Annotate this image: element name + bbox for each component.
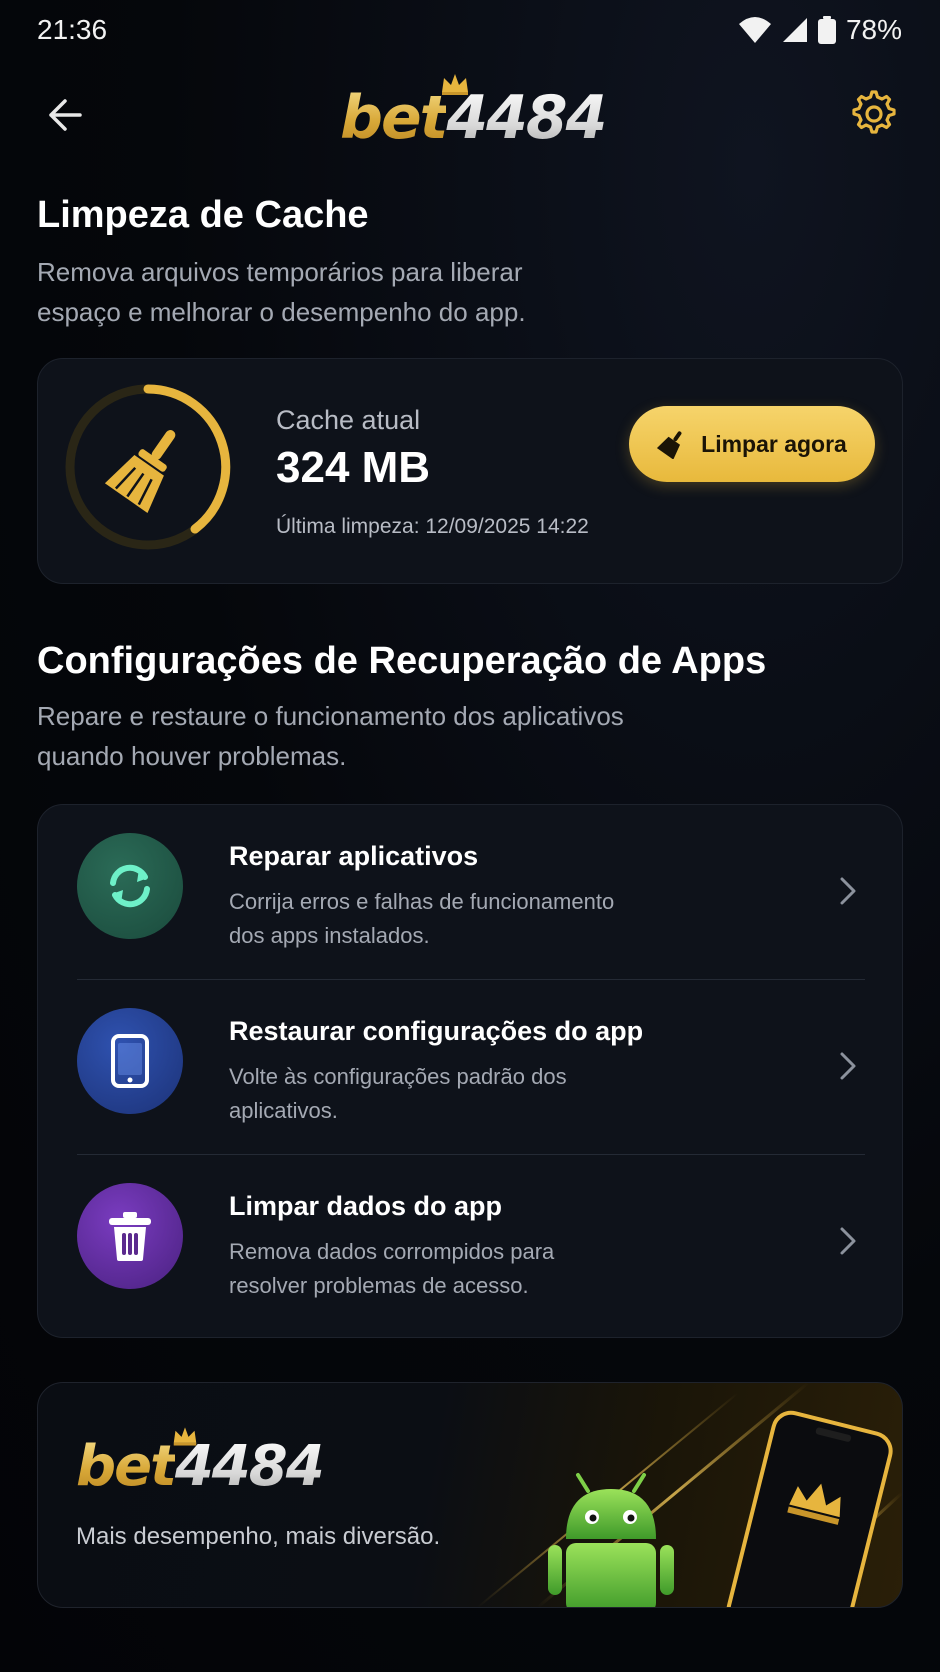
- recovery-description-line-2: quando houver problemas.: [37, 741, 347, 771]
- last-clean-timestamp: Última limpeza: 12/09/2025 14:22: [276, 515, 589, 538]
- app-bar: bet4484: [0, 62, 940, 162]
- clear-data-icon-circle: [77, 1183, 183, 1289]
- clear-app-data-title: Limpar dados do app: [229, 1191, 503, 1221]
- recovery-section-title: Configurações de Recuperação de Apps: [37, 640, 767, 682]
- broom-icon: [104, 430, 176, 514]
- cache-progress-ring: [65, 384, 231, 550]
- clear-app-data-item[interactable]: Limpar dados do app Remova dados corromp…: [38, 1155, 902, 1329]
- recovery-options-card: Reparar aplicativos Corrija erros e falh…: [37, 804, 903, 1338]
- repair-icon-circle: [77, 833, 183, 939]
- restore-icon-circle: [77, 1008, 183, 1114]
- battery-icon: [817, 16, 836, 44]
- status-bar: 21:36 78%: [0, 0, 940, 62]
- phone-icon: [111, 1034, 149, 1088]
- gear-icon: [852, 90, 896, 134]
- chevron-right-icon: [840, 1052, 856, 1080]
- promo-tagline: Mais desempenho, mais diversão.: [76, 1523, 441, 1550]
- repair-apps-description: Corrija erros e falhas de funcionamento …: [229, 885, 669, 953]
- cache-section-description: Remova arquivos temporários para liberar…: [37, 252, 737, 332]
- promo-illustration: [478, 1383, 902, 1607]
- android-mascot-illustration: [548, 1473, 674, 1607]
- chevron-right-icon: [840, 1227, 856, 1255]
- cache-label: Cache atual: [276, 405, 421, 435]
- promo-logo-number-text: 4484: [174, 1434, 325, 1499]
- promo-logo-bet-text: bet: [76, 1434, 177, 1499]
- back-button[interactable]: [40, 90, 90, 140]
- restore-settings-description: Volte às configurações padrão dos aplica…: [229, 1060, 669, 1128]
- status-icons: 78%: [738, 14, 902, 46]
- clear-desc-line-1: Remova dados corrompidos para: [229, 1239, 555, 1264]
- recovery-section-description: Repare e restaure o funcionamento dos ap…: [37, 696, 737, 776]
- clean-now-label: Limpar agora: [701, 430, 847, 457]
- wifi-icon: [738, 17, 771, 43]
- restore-settings-item[interactable]: Restaurar configurações do app Volte às …: [38, 980, 902, 1154]
- restore-desc-line-2: aplicativos.: [229, 1098, 338, 1123]
- arrow-left-icon: [49, 99, 82, 131]
- status-time: 21:36: [37, 14, 108, 45]
- signal-icon: [782, 18, 807, 42]
- logo-number-text: 4484: [446, 83, 607, 153]
- repair-desc-line-2: dos apps instalados.: [229, 923, 430, 948]
- restore-settings-title: Restaurar configurações do app: [229, 1016, 644, 1046]
- promo-logo: bet4484: [76, 1427, 336, 1501]
- cache-card: Cache atual 324 MB Última limpeza: 12/09…: [37, 358, 903, 584]
- repair-desc-line-1: Corrija erros e falhas de funcionamento: [229, 889, 615, 914]
- cache-size-value: 324 MB: [276, 443, 431, 492]
- brand-logo: bet4484: [340, 72, 607, 153]
- logo-bet-text: bet: [340, 83, 448, 153]
- clear-desc-line-2: resolver problemas de acesso.: [229, 1273, 529, 1298]
- recovery-description-line-1: Repare e restaure o funcionamento dos ap…: [37, 701, 624, 731]
- cache-section-title: Limpeza de Cache: [37, 194, 369, 236]
- chevron-right-icon: [840, 877, 856, 905]
- clear-app-data-description: Remova dados corrompidos para resolver p…: [229, 1235, 669, 1303]
- trash-icon: [109, 1212, 151, 1261]
- cache-description-line-2: espaço e melhorar o desempenho do app.: [37, 297, 526, 327]
- repair-apps-title: Reparar aplicativos: [229, 841, 479, 871]
- promo-banner: bet4484 Mais desempenho, mais diversão.: [37, 1382, 903, 1608]
- phone-illustration: [726, 1410, 893, 1607]
- broom-icon: [657, 431, 682, 459]
- cache-description-line-1: Remova arquivos temporários para liberar: [37, 257, 523, 287]
- repair-apps-item[interactable]: Reparar aplicativos Corrija erros e falh…: [38, 805, 902, 979]
- clean-now-button[interactable]: Limpar agora: [629, 406, 875, 482]
- settings-button[interactable]: [846, 86, 902, 142]
- restore-desc-line-1: Volte às configurações padrão dos: [229, 1064, 567, 1089]
- battery-level: 78%: [845, 14, 902, 45]
- refresh-icon: [110, 864, 150, 908]
